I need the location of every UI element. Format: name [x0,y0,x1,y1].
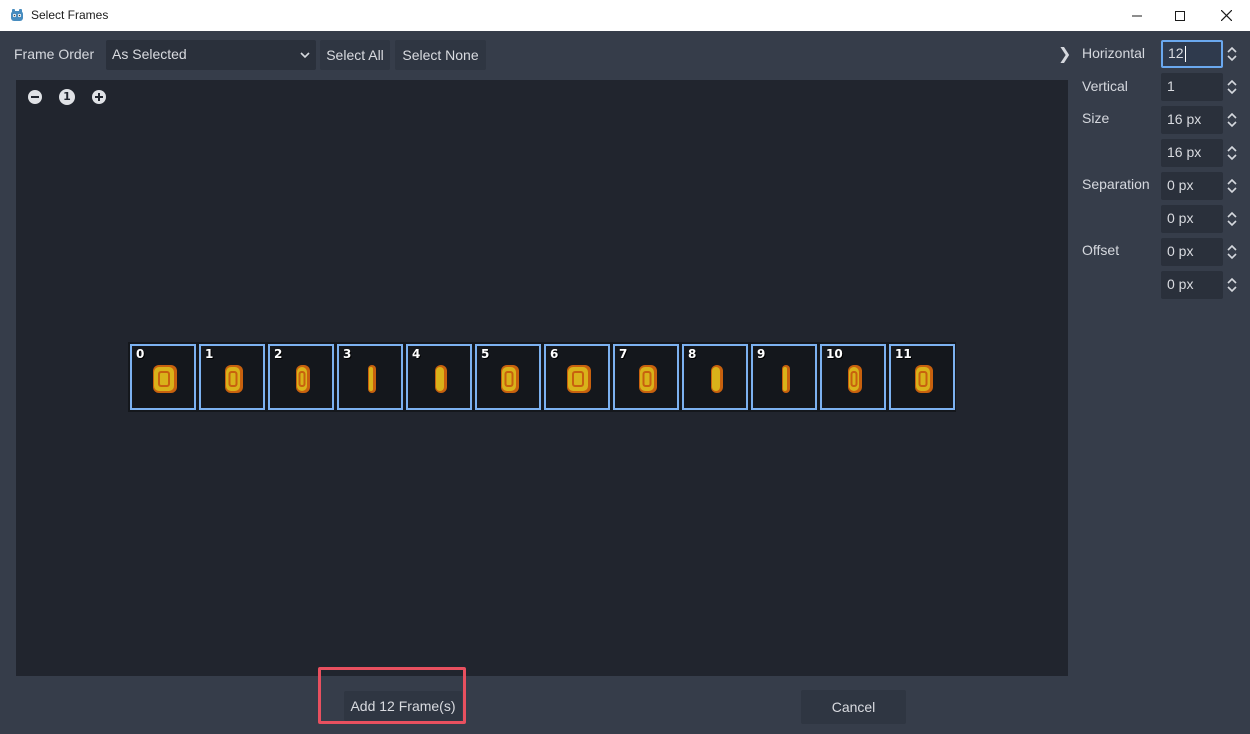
frame-tile[interactable]: 9 [751,344,817,410]
offset-y-value: 0 px [1167,276,1194,292]
close-icon [1220,10,1232,21]
frame-number: 0 [136,347,145,361]
horizontal-field[interactable]: 12 [1161,40,1223,68]
coin-sprite-icon [639,365,657,393]
text-caret [1185,46,1186,62]
godot-icon [11,9,23,21]
spin-arrows-icon[interactable] [1226,44,1238,64]
frame-order-value: As Selected [112,46,187,62]
frame-tile[interactable]: 10 [820,344,886,410]
offset-label: Offset [1082,242,1120,258]
frame-order-dropdown[interactable]: As Selected [106,40,316,70]
offset-y-field[interactable]: 0 px [1161,271,1223,299]
frame-number: 3 [343,347,352,361]
frame-number: 9 [757,347,766,361]
horizontal-label: Horizontal [1082,45,1146,61]
frame-tile[interactable]: 1 [199,344,265,410]
separation-x-value: 0 px [1167,177,1194,193]
texture-viewer[interactable]: 1 0 1 2 3 4 5 6 7 8 9 10 11 [16,80,1068,676]
zoom-out-icon[interactable] [27,89,43,105]
frame-tile[interactable]: 4 [406,344,472,410]
window-title: Select Frames [31,8,109,22]
chevron-down-icon [300,52,310,59]
frame-number: 6 [550,347,559,361]
zoom-in-icon[interactable] [91,89,107,105]
coin-sprite-icon [225,365,243,393]
coin-sprite-icon [153,365,177,393]
coin-sprite-icon [501,365,519,393]
separation-x-field[interactable]: 0 px [1161,172,1223,200]
frame-number: 7 [619,347,628,361]
coin-sprite-icon [368,365,376,393]
frame-number: 4 [412,347,421,361]
coin-sprite-icon [567,365,591,393]
frame-tile[interactable]: 0 [130,344,196,410]
spin-arrows-icon[interactable] [1226,110,1238,130]
horizontal-value: 12 [1168,45,1184,61]
size-y-value: 16 px [1167,144,1202,160]
spin-arrows-icon[interactable] [1226,143,1238,163]
spin-arrows-icon[interactable] [1226,242,1238,262]
frame-tile[interactable]: 5 [475,344,541,410]
offset-x-field[interactable]: 0 px [1161,238,1223,266]
minimize-button[interactable] [1114,0,1160,31]
size-label: Size [1082,110,1110,126]
maximize-button[interactable] [1157,0,1203,31]
vertical-field[interactable]: 1 [1161,73,1223,101]
close-button[interactable] [1203,0,1249,31]
frame-tile[interactable]: 11 [889,344,955,410]
frame-tile[interactable]: 6 [544,344,610,410]
frame-tile[interactable]: 3 [337,344,403,410]
vertical-value: 1 [1167,78,1175,94]
select-all-button[interactable]: Select All [320,40,390,70]
size-x-value: 16 px [1167,111,1202,127]
cancel-button[interactable]: Cancel [801,690,906,724]
minimize-icon [1132,15,1142,16]
coin-sprite-icon [435,365,447,393]
frame-order-label: Frame Order [14,46,95,62]
frame-number: 5 [481,347,490,361]
spin-arrows-icon[interactable] [1226,176,1238,196]
coin-sprite-icon [296,365,310,393]
vertical-label: Vertical [1082,78,1128,94]
separation-y-value: 0 px [1167,210,1194,226]
frame-number: 2 [274,347,283,361]
select-none-button[interactable]: Select None [395,40,486,70]
side-panel-toggle[interactable]: ❯ [1058,44,1071,63]
highlight-box [318,667,466,724]
zoom-reset-button[interactable]: 1 [59,89,75,105]
separation-y-field[interactable]: 0 px [1161,205,1223,233]
frame-tile[interactable]: 8 [682,344,748,410]
frame-number: 8 [688,347,697,361]
spin-arrows-icon[interactable] [1226,209,1238,229]
spin-arrows-icon[interactable] [1226,275,1238,295]
frame-number: 1 [205,347,214,361]
coin-sprite-icon [915,365,933,393]
separation-label: Separation [1082,176,1150,192]
coin-sprite-icon [782,365,790,393]
frame-tile[interactable]: 7 [613,344,679,410]
coin-sprite-icon [711,365,723,393]
spin-arrows-icon[interactable] [1226,77,1238,97]
title-bar: Select Frames [0,0,1250,31]
frame-grid: 0 1 2 3 4 5 6 7 8 9 10 11 [128,342,956,412]
size-x-field[interactable]: 16 px [1161,106,1223,134]
size-y-field[interactable]: 16 px [1161,139,1223,167]
offset-x-value: 0 px [1167,243,1194,259]
maximize-icon [1175,10,1185,21]
frame-tile[interactable]: 2 [268,344,334,410]
coin-sprite-icon [848,365,862,393]
